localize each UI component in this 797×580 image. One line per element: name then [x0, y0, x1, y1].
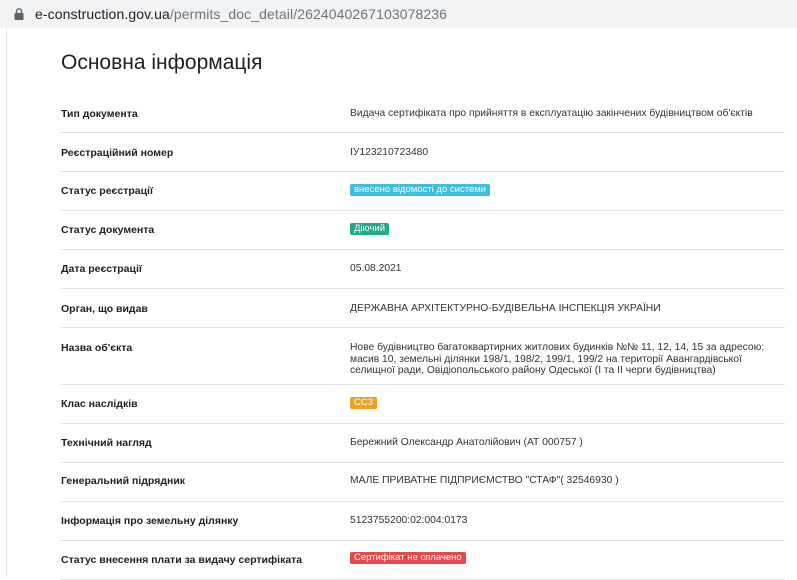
row-value: 05.08.2021 — [350, 263, 402, 274]
row-value: Нове будівництво багатоквартирних житлов… — [350, 342, 765, 377]
row-value: Бережний Олександр Анатолійович (АТ 0007… — [350, 437, 583, 448]
row-label: Статус реєстрації — [61, 185, 153, 197]
row-label: Генеральний підрядник — [61, 475, 186, 487]
status-badge: Сертифікат не сплачено — [350, 552, 466, 564]
table-row: Статус документа Діючий — [61, 211, 785, 250]
table-row: Назва об'єкта Нове будівництво багатоквар… — [61, 328, 785, 385]
table-row: Дата реєстрації 05.08.2021 — [61, 250, 785, 289]
table-row: Клас наслідків СС3 — [61, 385, 785, 424]
row-label: Клас наслідків — [61, 398, 138, 410]
row-value: МАЛЕ ПРИВАТНЕ ПІДПРИЄМСТВО "СТАФ"( 32546… — [350, 475, 619, 486]
row-value: ІУ123210723480 — [350, 147, 429, 158]
status-badge: внесено відомості до системи — [350, 184, 491, 196]
status-badge: Діючий — [350, 223, 390, 235]
row-label: Реєстраційний номер — [61, 147, 174, 159]
url-host: e-construction.gov.ua — [35, 6, 170, 22]
row-label: Тип документа — [61, 108, 138, 120]
status-badge: СС3 — [350, 397, 378, 409]
url-path: /permits_doc_detail/2624040267103078236 — [169, 6, 448, 22]
row-value: СС3 — [350, 397, 780, 409]
table-row: Технічний нагляд Бережний Олександр Анато… — [61, 424, 785, 463]
table-row: Інформація про земельну ділянку 512375520… — [61, 502, 785, 541]
row-value: внесено відомості до системи — [350, 184, 780, 196]
table-row: Тип документа Видача сертифіката про прий… — [61, 94, 785, 133]
table-row: Реєстраційний номер ІУ123210723480 — [61, 133, 785, 172]
row-value: Сертифікат не сплачено — [350, 552, 780, 564]
row-value: Діючий — [350, 223, 780, 235]
row-label: Статус документа — [61, 224, 155, 236]
row-label: Назва об'єкта — [61, 342, 133, 354]
divider — [6, 28, 7, 577]
row-label: Технічний нагляд — [61, 437, 152, 449]
row-value: 5123755200:02:004:0173 — [350, 515, 468, 526]
table-row: Статус внесення плати за видачу сертифік… — [61, 541, 785, 580]
row-value: ДЕРЖАВНА АРХІТЕКТУРНО-БУДІВЕЛЬНА ІНСПЕКЦ… — [350, 303, 661, 314]
lock-icon — [14, 8, 24, 20]
row-value: Видача сертифіката про прийняття в експл… — [350, 108, 753, 119]
row-label: Статус внесення плати за видачу сертифік… — [61, 554, 303, 566]
row-label: Інформація про земельну ділянку — [61, 515, 239, 527]
row-label: Дата реєстрації — [61, 263, 142, 275]
table-row: Орган, що видав ДЕРЖАВНА АРХІТЕКТУРНО-БУД… — [61, 289, 785, 328]
page-content: Основна інформація Тип документа Видача с… — [0, 28, 797, 580]
table-row: Статус реєстрації внесено відомості до си… — [61, 172, 785, 211]
page-title: Основна інформація — [61, 51, 263, 74]
row-label: Орган, що видав — [61, 303, 148, 315]
address-bar[interactable]: e-construction.gov.ua/permits_doc_detail… — [0, 0, 797, 28]
table-row: Генеральний підрядник МАЛЕ ПРИВАТНЕ ПІДПР… — [61, 463, 785, 502]
info-table: Тип документа Видача сертифіката про прий… — [61, 94, 785, 580]
